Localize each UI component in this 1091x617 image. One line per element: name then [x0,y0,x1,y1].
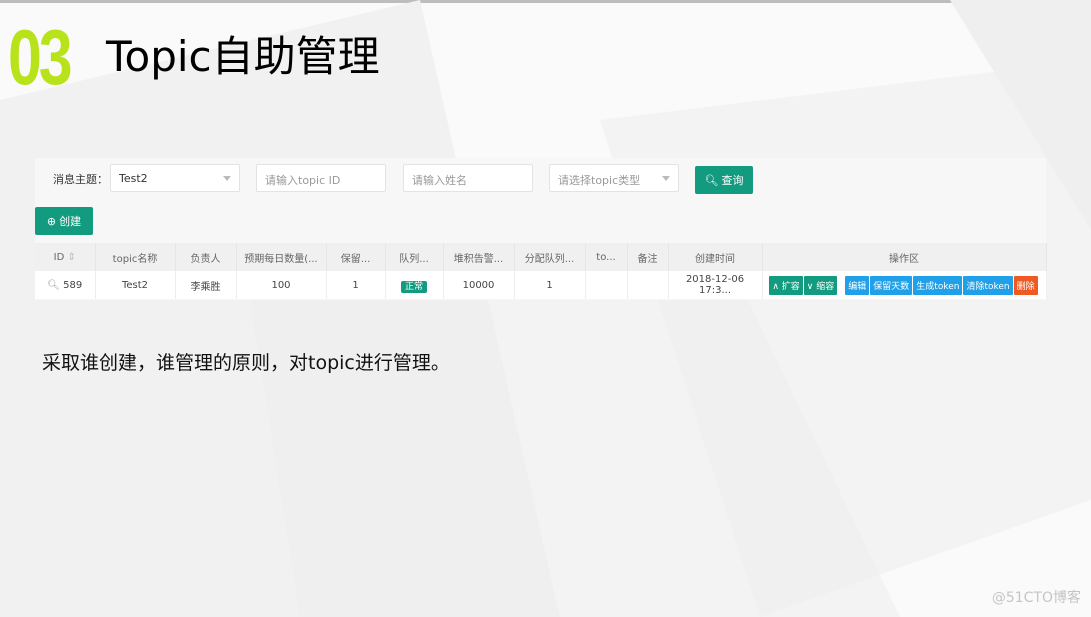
topic-select-value: Test2 [119,172,148,185]
shrink-button[interactable]: ∨ 缩容 [803,275,838,295]
topic-filter-label: 消息主题： [53,173,108,186]
edit-button[interactable]: 编辑 [845,275,870,295]
plus-circle-icon: ⊕ [46,214,57,228]
expand-button[interactable]: ∧ 扩容 [769,275,803,295]
cell-note [627,271,669,299]
topic-select[interactable]: Test2 [110,164,240,192]
search-icon[interactable]: 🔍︎ [47,280,60,291]
cell-backlog: 10000 [443,271,515,299]
slide-title: Topic自助管理 [106,32,380,81]
chevron-down-icon [223,176,231,181]
name-input[interactable]: 请输入姓名 [403,164,533,192]
cell-to [585,271,628,299]
search-button-label: 查询 [721,174,744,187]
slide-number: 03 [8,13,73,101]
generate-token-button[interactable]: 生成token [913,275,963,295]
search-button[interactable]: 🔍︎ 查询 [695,166,753,194]
sort-icon[interactable]: ⇕ [67,252,75,263]
cell-retain: 1 [326,271,386,299]
col-retain: 保留... [326,243,386,271]
clear-token-button[interactable]: 清除token [963,275,1013,295]
col-queue: 队列... [385,243,444,271]
topic-type-select[interactable]: 请选择topic类型 [549,164,679,192]
col-name: topic名称 [95,243,176,271]
chevron-down-icon [662,176,670,181]
col-note: 备注 [627,243,669,271]
topic-id-input[interactable]: 请输入topic ID [256,164,386,192]
create-button[interactable]: ⊕ 创建 [35,207,93,235]
delete-button[interactable]: 删除 [1013,275,1038,295]
cell-name: Test2 [95,271,176,299]
status-badge: 正常 [400,280,427,293]
retain-days-button[interactable]: 保留天数 [870,275,913,295]
col-backlog: 堆积告警... [443,243,515,271]
background-pattern [0,0,1091,617]
col-id[interactable]: ID ⇕ [35,243,96,271]
slide-body-text: 采取谁创建，谁管理的原则，对topic进行管理。 [42,352,450,374]
col-created: 创建时间 [668,243,763,271]
col-queues: 分配队列... [514,243,586,271]
table-row: 🔍︎ 589 Test2 李乘胜 100 1 正常 10000 1 2018-1… [35,271,1047,299]
cell-queues: 1 [514,271,586,299]
cell-id: 589 [63,279,83,291]
col-actions: 操作区 [762,243,1047,271]
col-to: to... [585,243,628,271]
topic-table: ID ⇕ topic名称 负责人 预期每日数量(... 保留... 队列... … [35,243,1047,299]
cell-created: 2018-12-06 17:3... [668,271,763,299]
col-owner: 负责人 [175,243,237,271]
watermark: @51CTO博客 [991,590,1081,606]
search-icon: 🔍︎ [704,173,719,187]
topic-type-placeholder: 请选择topic类型 [558,174,641,187]
col-daily: 预期每日数量(... [236,243,327,271]
table-header: ID ⇕ topic名称 负责人 预期每日数量(... 保留... 队列... … [35,243,1047,271]
create-button-label: 创建 [59,215,82,228]
cell-owner: 李乘胜 [175,271,237,299]
cell-daily: 100 [236,271,327,299]
